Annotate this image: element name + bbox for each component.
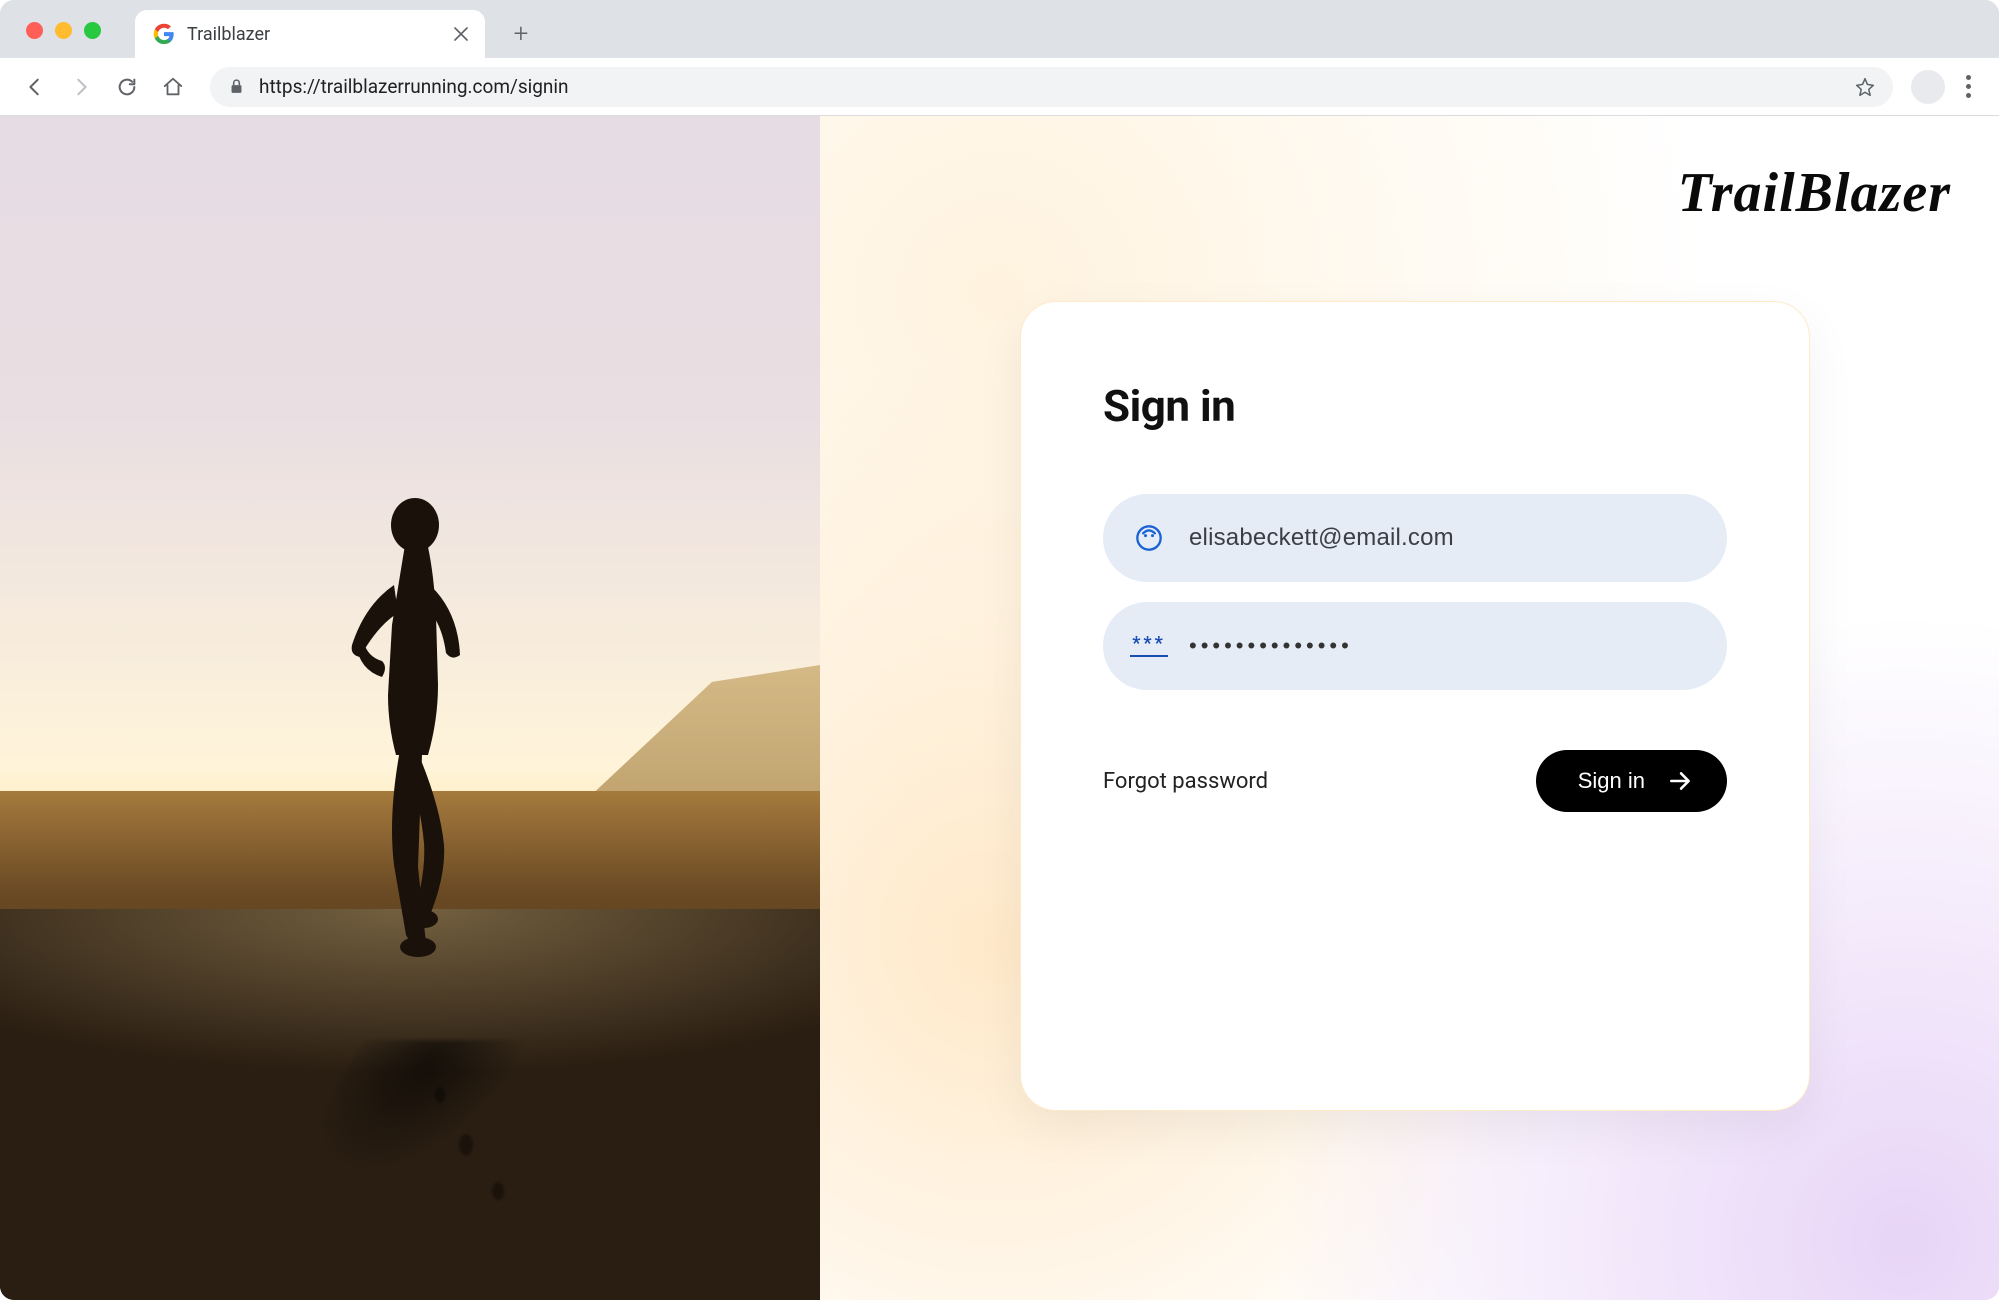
back-button[interactable] (16, 68, 54, 106)
url-text: https://trailblazerrunning.com/signin (259, 75, 1841, 98)
auth-panel: TrailBlazer Sign in (820, 116, 1999, 1300)
favicon-google-icon (153, 23, 175, 45)
password-field-wrapper: *** (1103, 602, 1727, 690)
bookmark-star-icon[interactable] (1855, 77, 1875, 97)
profile-avatar[interactable] (1911, 70, 1945, 104)
home-button[interactable] (154, 68, 192, 106)
hero-image (0, 116, 820, 1300)
window-controls (26, 22, 101, 39)
signin-card: Sign in *** (1020, 301, 1810, 1111)
signin-button[interactable]: Sign in (1536, 750, 1727, 812)
page-content: TrailBlazer Sign in (0, 116, 1999, 1300)
runner-silhouette (310, 495, 510, 975)
browser-tab[interactable]: Trailblazer (135, 10, 485, 58)
signin-heading: Sign in (1103, 380, 1727, 432)
tab-title: Trailblazer (187, 24, 451, 45)
address-bar[interactable]: https://trailblazerrunning.com/signin (210, 67, 1893, 107)
window-close-button[interactable] (26, 22, 43, 39)
forward-button[interactable] (62, 68, 100, 106)
browser-window: Trailblazer + https://trailblazerrunning… (0, 0, 1999, 1300)
brand-logo: TrailBlazer (1678, 161, 1951, 225)
new-tab-button[interactable]: + (501, 14, 541, 54)
email-input[interactable] (1189, 524, 1697, 552)
tab-strip: Trailblazer + (0, 0, 1999, 58)
lock-icon (228, 78, 245, 95)
signin-button-label: Sign in (1578, 768, 1645, 794)
signin-actions: Forgot password Sign in (1103, 750, 1727, 812)
password-input[interactable] (1189, 633, 1697, 659)
password-icon: *** (1133, 630, 1165, 662)
forgot-password-link[interactable]: Forgot password (1103, 769, 1268, 794)
arrow-right-icon (1667, 768, 1693, 794)
window-maximize-button[interactable] (84, 22, 101, 39)
tab-close-button[interactable] (451, 24, 471, 44)
email-field-wrapper (1103, 494, 1727, 582)
person-icon (1133, 522, 1165, 554)
window-minimize-button[interactable] (55, 22, 72, 39)
browser-toolbar: https://trailblazerrunning.com/signin (0, 58, 1999, 116)
browser-menu-button[interactable] (1953, 75, 1983, 98)
reload-button[interactable] (108, 68, 146, 106)
